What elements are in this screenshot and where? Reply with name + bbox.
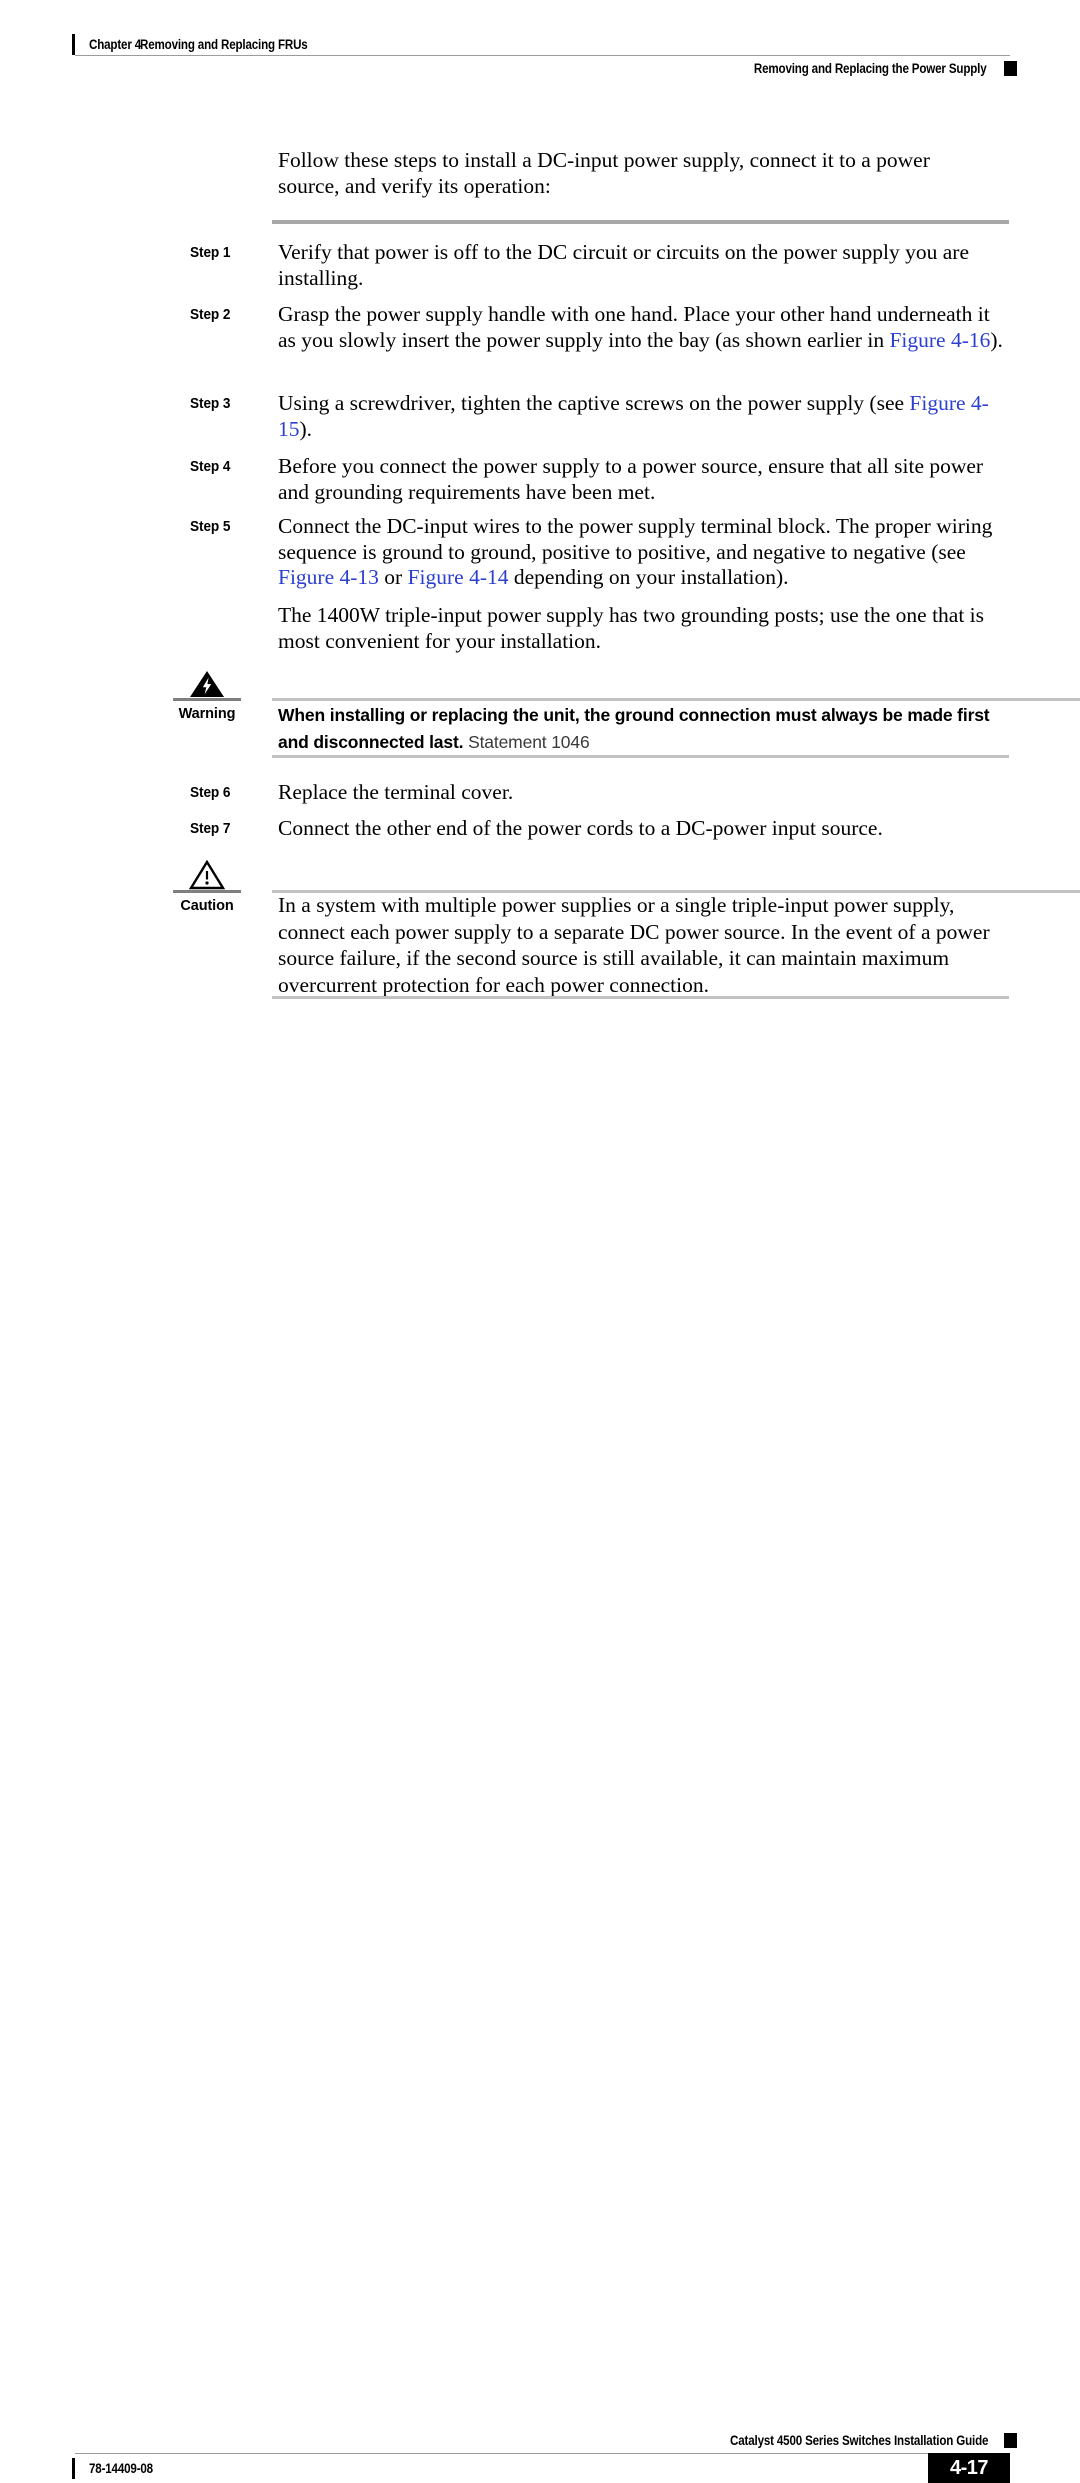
step-text-before: Connect the DC-input wires to the power … xyxy=(278,514,993,564)
warning-statement: Statement 1046 xyxy=(463,732,590,752)
step-text: Grasp the power supply handle with one h… xyxy=(278,302,1010,353)
step-text: Before you connect the power supply to a… xyxy=(278,454,984,504)
footer-guide-line: Catalyst 4500 Series Switches Installati… xyxy=(688,2429,1017,2451)
warning-icon-container xyxy=(173,670,241,698)
step-label: Step 6 xyxy=(190,785,231,801)
header-square-marker xyxy=(1004,60,1017,76)
caution-icon-container xyxy=(173,860,241,890)
steps-top-divider xyxy=(272,220,1009,224)
warning-text: When installing or replacing the unit, t… xyxy=(278,702,1013,756)
figure-link[interactable]: Figure 4-13 xyxy=(278,565,379,589)
step-text-after: ). xyxy=(990,327,1003,352)
step-item-6: Step 6 Replace the terminal cover. xyxy=(190,780,1010,806)
step-text: Connect the other end of the power cords… xyxy=(278,816,883,840)
figure-link[interactable]: Figure 4-14 xyxy=(408,565,509,589)
page-header: Chapter 4 Removing and Replacing FRUs Re… xyxy=(0,0,1080,100)
header-section-line: Removing and Replacing the Power Supply xyxy=(716,57,1017,79)
footer-page-number: 4-17 xyxy=(928,2453,1010,2483)
header-chapter-line: Chapter 4 Removing and Replacing FRUs xyxy=(72,33,335,55)
header-chapter-title: Removing and Replacing FRUs xyxy=(140,36,309,52)
footer-docnum-line: 78-14409-08 xyxy=(72,2456,163,2480)
footer-tick-mark xyxy=(72,2457,75,2479)
step-item-1: Step 1 Verify that power is off to the D… xyxy=(190,240,1010,291)
header-rule xyxy=(75,55,1010,56)
header-chapter-label: Chapter 4 xyxy=(89,36,142,52)
step-item-2: Step 2 Grasp the power supply handle wit… xyxy=(190,302,1010,353)
caution-label: Caution xyxy=(180,898,234,914)
warning-lightning-triangle-icon xyxy=(190,671,224,697)
footer-guide-title: Catalyst 4500 Series Switches Installati… xyxy=(729,2432,988,2448)
step-text-middle: or xyxy=(378,565,408,589)
step-text-before: Grasp the power supply handle with one h… xyxy=(278,302,990,352)
step-label: Step 1 xyxy=(190,245,231,261)
footer-document-number: 78-14409-08 xyxy=(89,2460,153,2476)
step5-extra-paragraph: The 1400W triple-input power supply has … xyxy=(278,603,985,653)
step-label: Step 3 xyxy=(190,396,231,412)
step-label: Step 5 xyxy=(190,519,231,535)
warning-top-divider xyxy=(272,698,1080,701)
step-text-before: Using a screwdriver, tighten the captive… xyxy=(278,391,910,415)
step-text-after: ). xyxy=(299,416,313,441)
step-text: Verify that power is off to the DC circu… xyxy=(278,240,970,290)
footer-rule xyxy=(75,2453,1010,2454)
step-item-5: Step 5 Connect the DC-input wires to the… xyxy=(190,514,1010,591)
caution-exclamation-triangle-icon xyxy=(189,860,225,890)
figure-link[interactable]: Figure 4-16 xyxy=(889,328,990,352)
header-section-title: Removing and Replacing the Power Supply xyxy=(753,60,986,76)
page-footer: Catalyst 4500 Series Switches Installati… xyxy=(0,1201,1080,2483)
warning-icon-underline xyxy=(173,698,241,701)
step-text-after: depending on your installation). xyxy=(508,565,789,589)
caution-text: In a system with multiple power supplies… xyxy=(278,893,990,997)
caution-bottom-divider xyxy=(272,996,1009,999)
caution-icon-underline xyxy=(173,890,241,893)
warning-bottom-divider xyxy=(272,755,1009,758)
step-item-7: Step 7 Connect the other end of the powe… xyxy=(190,816,1010,842)
step-item-4: Step 4 Before you connect the power supp… xyxy=(190,454,1010,505)
footer-square-marker xyxy=(1004,2432,1017,2448)
intro-paragraph: Follow these steps to install a DC-input… xyxy=(278,148,930,198)
warning-bold-text: When installing or replacing the unit, t… xyxy=(278,705,990,752)
step-text: Connect the DC-input wires to the power … xyxy=(278,514,1010,591)
step-label: Step 7 xyxy=(190,821,231,837)
step-label: Step 4 xyxy=(190,459,231,475)
step-text: Replace the terminal cover. xyxy=(278,780,514,804)
warning-label: Warning xyxy=(178,706,236,722)
header-tick-mark xyxy=(72,33,75,55)
step-item-3: Step 3 Using a screwdriver, tighten the … xyxy=(190,391,1010,442)
step-text: Using a screwdriver, tighten the captive… xyxy=(278,391,1010,442)
step-label: Step 2 xyxy=(190,307,231,323)
